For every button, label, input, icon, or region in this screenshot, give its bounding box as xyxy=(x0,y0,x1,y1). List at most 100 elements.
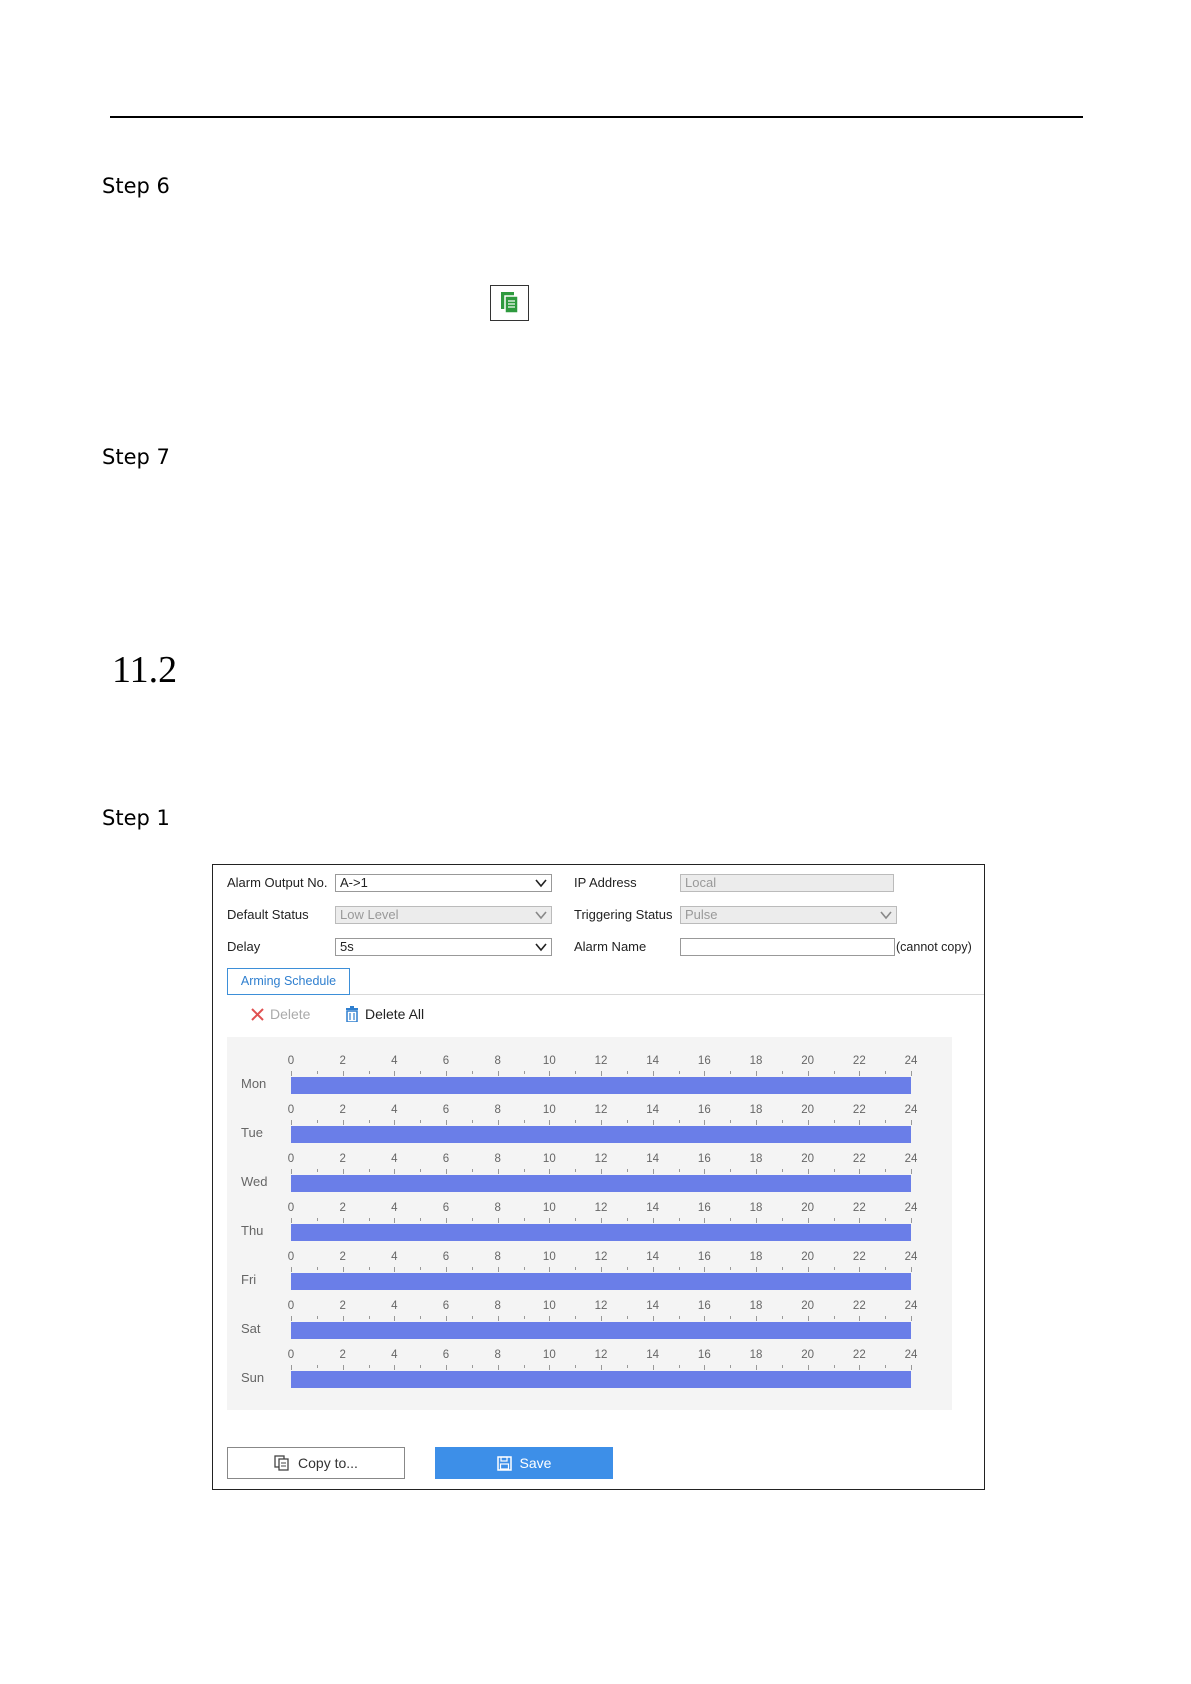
hour-tick xyxy=(549,1365,551,1370)
hour-tick xyxy=(523,1365,525,1368)
hour-tick xyxy=(497,1169,499,1174)
hour-tick xyxy=(678,1120,680,1123)
delete-all-button[interactable]: Delete All xyxy=(345,1006,424,1022)
hour-tick-label: 22 xyxy=(852,1300,866,1312)
hour-tick xyxy=(781,1169,783,1172)
hour-tick xyxy=(730,1169,732,1172)
hour-tick xyxy=(497,1071,499,1076)
delete-button[interactable]: Delete xyxy=(251,1006,310,1022)
hour-tick-label: 22 xyxy=(852,1104,866,1116)
chevron-down-icon xyxy=(535,911,547,920)
hour-tick xyxy=(756,1218,757,1223)
hour-tick-label: 4 xyxy=(391,1349,398,1361)
hour-tick xyxy=(523,1316,525,1319)
schedule-bar-mon[interactable] xyxy=(291,1077,911,1094)
hour-tick xyxy=(678,1365,680,1368)
schedule-bar-wed[interactable] xyxy=(291,1175,911,1192)
hour-tick xyxy=(368,1365,370,1368)
day-label-thu: Thu xyxy=(241,1223,264,1238)
hour-tick-label: 2 xyxy=(339,1153,346,1165)
hour-tick xyxy=(911,1169,912,1174)
ip-address-label: IP Address xyxy=(574,875,637,890)
hour-tick xyxy=(833,1365,835,1368)
hour-tick-label: 8 xyxy=(494,1055,501,1067)
hour-tick xyxy=(523,1071,525,1074)
triggering-status-select[interactable]: Pulse xyxy=(680,906,897,924)
hour-tick-label: 10 xyxy=(542,1055,556,1067)
hour-tick xyxy=(575,1267,577,1270)
hour-tick-label: 14 xyxy=(646,1202,660,1214)
schedule-bar-sat[interactable] xyxy=(291,1322,911,1339)
default-status-label: Default Status xyxy=(227,907,309,922)
hour-tick xyxy=(394,1071,396,1076)
hour-tick xyxy=(730,1120,732,1123)
hour-tick xyxy=(420,1267,422,1270)
save-button[interactable]: Save xyxy=(435,1447,613,1479)
schedule-bar-tue[interactable] xyxy=(291,1126,911,1143)
hour-tick xyxy=(601,1071,602,1076)
hour-tick xyxy=(342,1218,344,1223)
hour-tick-label: 2 xyxy=(339,1251,346,1263)
close-icon xyxy=(251,1007,264,1021)
hour-tick xyxy=(446,1169,447,1174)
copy-to-button[interactable]: Copy to... xyxy=(227,1447,405,1479)
hour-tick xyxy=(626,1071,628,1074)
hour-tick xyxy=(420,1365,422,1368)
hour-tick xyxy=(523,1169,525,1172)
alarm-output-select[interactable]: A->1 xyxy=(335,874,552,892)
schedule-bar-fri[interactable] xyxy=(291,1273,911,1290)
hour-tick-label: 8 xyxy=(494,1300,501,1312)
hour-tick xyxy=(575,1071,577,1074)
hour-tick xyxy=(756,1120,757,1125)
default-status-value: Low Level xyxy=(340,907,399,922)
hour-tick xyxy=(497,1218,499,1223)
hour-tick xyxy=(446,1218,447,1223)
alarm-name-input[interactable] xyxy=(680,938,895,956)
hour-tick-label: 18 xyxy=(749,1349,763,1361)
hour-tick xyxy=(420,1316,422,1319)
hour-tick-label: 20 xyxy=(801,1349,815,1361)
hour-tick xyxy=(471,1365,473,1368)
hour-tick-label: 14 xyxy=(646,1104,660,1116)
hour-tick xyxy=(316,1316,318,1319)
hour-tick-label: 4 xyxy=(391,1104,398,1116)
hour-tick-label: 22 xyxy=(852,1055,866,1067)
hour-tick-label: 24 xyxy=(904,1055,918,1067)
tab-arming-schedule[interactable]: Arming Schedule xyxy=(227,968,350,995)
hour-tick xyxy=(626,1316,628,1319)
default-status-select[interactable]: Low Level xyxy=(335,906,552,924)
hour-tick xyxy=(807,1218,809,1223)
hour-tick-label: 4 xyxy=(391,1251,398,1263)
day-label-mon: Mon xyxy=(241,1076,267,1091)
hour-tick xyxy=(420,1169,422,1172)
hour-tick xyxy=(575,1218,577,1221)
schedule-bar-sun[interactable] xyxy=(291,1371,911,1388)
hour-tick xyxy=(859,1316,861,1321)
copy-to-label: Copy to... xyxy=(298,1455,358,1471)
hour-tick-label: 22 xyxy=(852,1349,866,1361)
hour-tick xyxy=(291,1267,292,1272)
schedule-bar-thu[interactable] xyxy=(291,1224,911,1241)
hour-tick-label: 22 xyxy=(852,1202,866,1214)
hour-tick-label: 6 xyxy=(442,1055,450,1067)
hour-tick xyxy=(316,1365,318,1368)
hour-tick xyxy=(394,1218,396,1223)
hour-tick xyxy=(368,1169,370,1172)
delay-select[interactable]: 5s xyxy=(335,938,552,956)
hour-tick xyxy=(652,1169,654,1174)
hour-tick xyxy=(756,1365,757,1370)
hour-tick-label: 6 xyxy=(442,1153,450,1165)
hour-tick-label: 10 xyxy=(542,1202,556,1214)
hour-tick-label: 22 xyxy=(852,1251,866,1263)
hour-tick-label: 16 xyxy=(697,1349,711,1361)
hour-tick xyxy=(471,1218,473,1221)
day-label-sun: Sun xyxy=(241,1370,265,1385)
hour-tick xyxy=(446,1120,447,1125)
hour-tick xyxy=(549,1169,551,1174)
hour-tick xyxy=(394,1267,396,1272)
arming-schedule-grid: 0 2 4 6 8 10 12 14 16 18 20 22 24 Mon 0 2 4 6 8 10 12 14 16 18 2… xyxy=(227,1037,952,1410)
hour-tick xyxy=(678,1071,680,1074)
hour-tick-label: 14 xyxy=(646,1153,660,1165)
hour-tick-label: 8 xyxy=(494,1104,501,1116)
hour-tick-label: 10 xyxy=(542,1104,556,1116)
